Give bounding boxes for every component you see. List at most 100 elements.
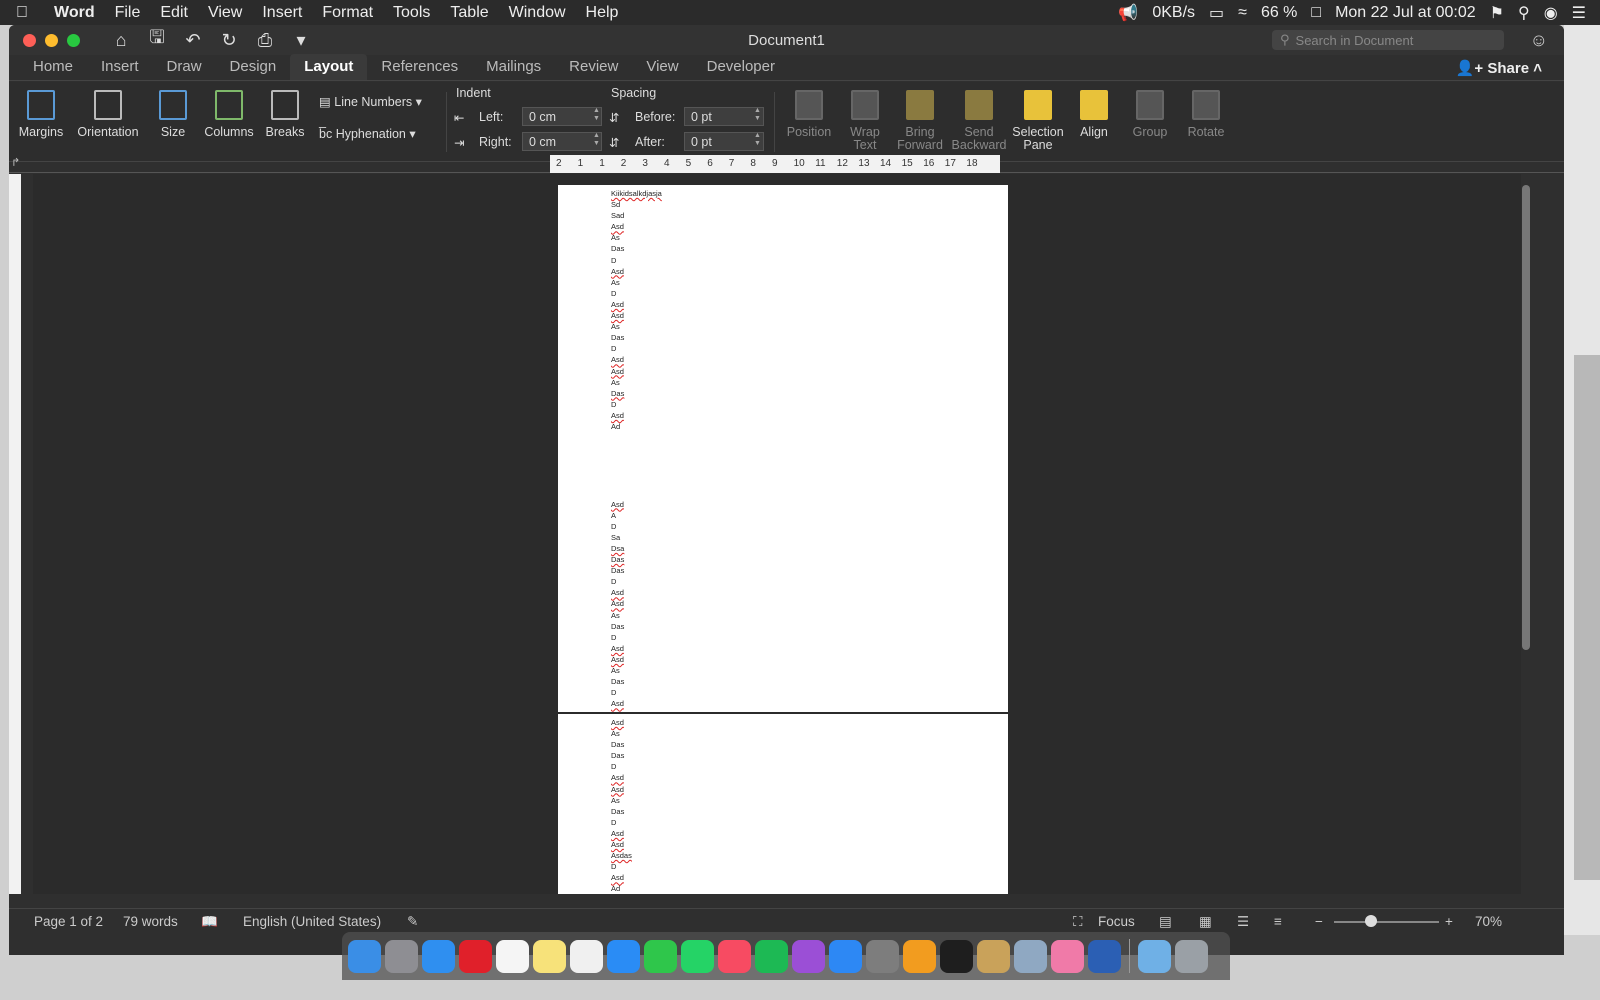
indent-right-field[interactable]: 0 cm: [522, 132, 602, 151]
text-line[interactable]: Das: [611, 332, 662, 343]
text-line[interactable]: Sad: [611, 210, 662, 221]
text-line[interactable]: Sa: [611, 532, 662, 543]
spacing-after-field[interactable]: 0 pt: [684, 132, 764, 151]
menu-help[interactable]: Help: [576, 4, 629, 22]
text-line[interactable]: D: [611, 399, 662, 410]
text-line[interactable]: [611, 432, 662, 443]
text-line[interactable]: Asd: [611, 221, 662, 232]
finder-icon[interactable]: [348, 939, 381, 973]
notification-center-icon[interactable]: ☰: [1572, 3, 1586, 23]
spacing-after-stepper[interactable]: ▲ ▼: [754, 132, 764, 148]
text-line[interactable]: Dsa: [611, 543, 662, 554]
text-line[interactable]: Das: [611, 806, 632, 817]
trash-icon[interactable]: [1175, 939, 1208, 973]
text-line[interactable]: Ad: [611, 883, 632, 894]
home-icon[interactable]: ⌂: [110, 30, 132, 51]
text-line[interactable]: Asd: [611, 598, 662, 609]
network-speed[interactable]: 0KB/s: [1152, 4, 1195, 22]
text-line[interactable]: Asd: [611, 839, 632, 850]
text-line[interactable]: Asd: [611, 717, 632, 728]
text-line[interactable]: D: [611, 576, 662, 587]
facetime-icon[interactable]: [644, 939, 677, 973]
text-line[interactable]: Asd: [611, 410, 662, 421]
text-line[interactable]: Asd: [611, 310, 662, 321]
text-line[interactable]: Asd: [611, 828, 632, 839]
share-button[interactable]: 👤+ Share ˄: [1456, 59, 1542, 77]
text-line[interactable]: D: [611, 687, 662, 698]
preview-icon[interactable]: [1014, 939, 1047, 973]
horizontal-ruler[interactable]: 2 1 1 2 3 4 5 6 7 8 9 10 11 12 13 14 15 16 17 18: [550, 155, 1000, 173]
text-line[interactable]: Asd: [611, 587, 662, 598]
menu-table[interactable]: Table: [440, 4, 498, 22]
bring-forward-button[interactable]: Bring Forward: [890, 90, 950, 152]
text-line[interactable]: D: [611, 343, 662, 354]
safari-icon[interactable]: [422, 939, 455, 973]
text-line[interactable]: Das: [611, 243, 662, 254]
spacing-before-stepper[interactable]: ▲ ▼: [754, 107, 764, 123]
text-line[interactable]: D: [611, 288, 662, 299]
document-area[interactable]: Kiikidsalkdjasja Sd Sad Asd As Das D Asd As D Asd A…: [33, 174, 1521, 894]
text-line[interactable]: [611, 476, 662, 487]
vertical-scrollbar[interactable]: [1522, 185, 1530, 650]
text-line[interactable]: Ad: [611, 421, 662, 432]
tab-draw[interactable]: Draw: [153, 58, 216, 80]
minimize-window-button[interactable]: [45, 33, 58, 47]
undo-icon[interactable]: ↶: [182, 30, 204, 51]
spacing-before-field[interactable]: 0 pt: [684, 107, 764, 126]
text-line[interactable]: Asd: [611, 499, 662, 510]
rotate-button[interactable]: Rotate: [1176, 90, 1236, 139]
notification-icon[interactable]: 📢: [1118, 3, 1138, 23]
text-line[interactable]: Asd: [611, 784, 632, 795]
text-line[interactable]: Asd: [611, 366, 662, 377]
align-button[interactable]: Align: [1064, 90, 1124, 139]
redo-icon[interactable]: ↻: [218, 30, 240, 51]
menu-format[interactable]: Format: [312, 4, 383, 22]
text-line[interactable]: Asd: [611, 354, 662, 365]
vertical-ruler[interactable]: [9, 174, 21, 894]
menu-file[interactable]: File: [105, 4, 151, 22]
text-line[interactable]: [611, 443, 662, 454]
tab-design[interactable]: Design: [216, 58, 291, 80]
text-line[interactable]: Das: [611, 388, 662, 399]
text-line[interactable]: As: [611, 795, 632, 806]
sublime-text-icon[interactable]: [903, 939, 936, 973]
page-2[interactable]: Asd As Das Das D Asd Asd As Das D Asd Asd Asdas D Asd A…: [558, 714, 1008, 894]
print-layout-icon[interactable]: ▤: [1159, 914, 1172, 930]
focus-icon[interactable]: ⛶: [1073, 914, 1082, 930]
outline-view-icon[interactable]: ☰: [1237, 914, 1249, 930]
text-line[interactable]: As: [611, 377, 662, 388]
draft-view-icon[interactable]: ≡: [1274, 914, 1282, 929]
zoom-window-button[interactable]: [67, 33, 80, 47]
text-line[interactable]: Asd: [611, 872, 632, 883]
text-line[interactable]: Das: [611, 676, 662, 687]
page-1[interactable]: Kiikidsalkdjasja Sd Sad Asd As Das D Asd As D Asd A…: [558, 185, 1008, 712]
text-line[interactable]: Das: [611, 565, 662, 576]
indent-left-stepper[interactable]: ▲ ▼: [593, 107, 603, 123]
opera-icon[interactable]: [459, 939, 492, 973]
wrap-text-button[interactable]: Wrap Text: [835, 90, 895, 152]
save-icon[interactable]: 🖫: [146, 25, 168, 55]
selection-pane-button[interactable]: Selection Pane: [1008, 90, 1068, 152]
tab-view[interactable]: View: [632, 58, 692, 80]
text-line[interactable]: As: [611, 232, 662, 243]
launchpad-icon[interactable]: [385, 939, 418, 973]
text-line[interactable]: D: [611, 761, 632, 772]
wifi-icon[interactable]: ≈: [1238, 4, 1247, 22]
input-source-flag-icon[interactable]: ⚑: [1490, 3, 1504, 23]
text-line[interactable]: As: [611, 277, 662, 288]
word-count[interactable]: 79 words: [123, 914, 178, 929]
text-line[interactable]: Asd: [611, 654, 662, 665]
breaks-button[interactable]: Breaks: [255, 90, 315, 139]
text-line[interactable]: Das: [611, 739, 632, 750]
text-line[interactable]: [611, 488, 662, 499]
tab-layout[interactable]: Layout: [290, 54, 368, 80]
folder-pink-icon[interactable]: [1051, 939, 1084, 973]
system-preferences-icon[interactable]: [866, 939, 899, 973]
group-button[interactable]: Group: [1120, 90, 1180, 139]
text-line[interactable]: Asd: [611, 643, 662, 654]
datetime[interactable]: Mon 22 Jul at 00:02: [1335, 4, 1476, 22]
tab-home[interactable]: Home: [19, 58, 87, 80]
text-line[interactable]: D: [611, 861, 632, 872]
columns-button[interactable]: Columns: [199, 90, 259, 139]
zoom-level[interactable]: 70%: [1475, 914, 1502, 929]
